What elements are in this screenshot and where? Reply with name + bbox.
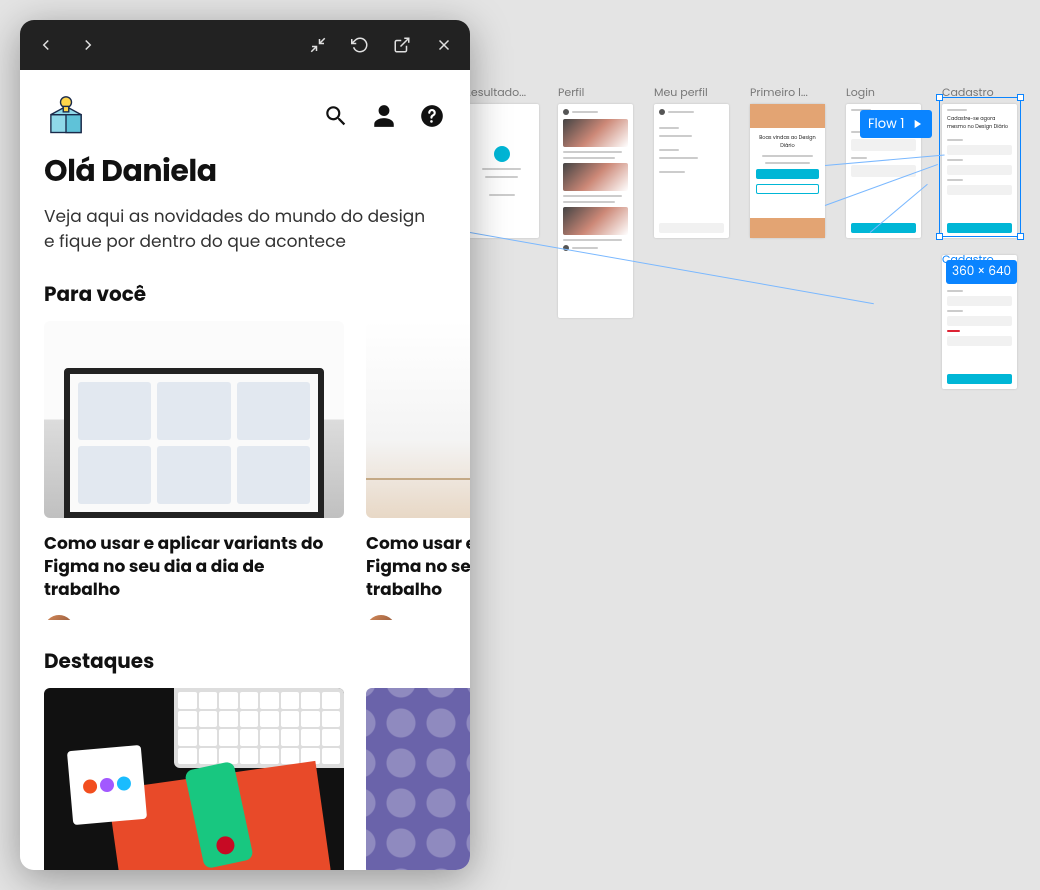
greeting-subtitle: Veja aqui as novidades do mundo do desig… [44,204,446,253]
restart-icon [351,36,369,54]
article-card[interactable]: Como usar e aplicar variants do Figma no… [366,321,470,620]
frame-perfil[interactable]: Perfil [558,84,633,318]
frame-resultado[interactable]: ...esultado... [464,84,539,238]
card-image [44,688,344,870]
card-image [44,321,344,518]
minimize-icon [309,36,327,54]
article-card[interactable] [44,688,344,870]
user-icon [371,103,397,129]
nav-back-button[interactable] [34,33,58,57]
play-icon [910,117,924,131]
search-icon [323,103,349,129]
app-logo-icon [44,94,88,138]
section-highlights: Destaques [20,620,470,688]
open-external-button[interactable] [390,33,414,57]
card-title: Como usar e aplicar variants do Figma no… [44,532,344,601]
prototype-toolbar [20,20,470,70]
external-link-icon [393,36,411,54]
nav-forward-button[interactable] [76,33,100,57]
cards-row-highlights[interactable] [20,688,470,870]
section-for-you: Para você [20,253,470,321]
selection-outline [939,97,1021,237]
frame-title: Primeiro l... [750,84,825,101]
card-image [366,321,470,518]
cards-row-for-you[interactable]: Como usar e aplicar variants do Figma no… [20,321,470,620]
frame-login[interactable]: Login [846,84,921,238]
flow-connector [470,232,874,304]
frame-title: Login [846,84,921,101]
fit-to-screen-button[interactable] [306,33,330,57]
chevron-right-icon [79,36,97,54]
frame-title: Meu perfil [654,84,729,101]
article-card[interactable] [366,688,470,870]
flow-badge[interactable]: Flow 1 [860,110,932,138]
profile-button[interactable] [370,102,398,130]
greeting-block: Olá Daniela Veja aqui as novidades do mu… [20,148,470,253]
card-image [366,688,470,870]
card-title: Como usar e aplicar variants do Figma no… [366,532,470,601]
primeiro-btn1 [756,169,819,179]
primeiro-btn2 [756,184,819,194]
search-button[interactable] [322,102,350,130]
prototype-panel: Olá Daniela Veja aqui as novidades do mu… [20,20,470,870]
app-screen: Olá Daniela Veja aqui as novidades do mu… [20,70,470,870]
help-button[interactable] [418,102,446,130]
frame-meu-perfil[interactable]: Meu perfil [654,84,729,238]
frame-title: Perfil [558,84,633,101]
flow-label: Flow 1 [868,114,904,134]
primeiro-title: Boas vindas ao Design Diário [756,134,819,150]
app-header [20,70,470,148]
greeting-title: Olá Daniela [44,148,446,194]
close-icon [435,36,453,54]
restart-button[interactable] [348,33,372,57]
help-icon [419,103,445,129]
close-button[interactable] [432,33,456,57]
frame-title: ...esultado... [464,84,539,101]
size-badge: 360 × 640 [946,260,1017,284]
article-card[interactable]: Como usar e aplicar variants do Figma no… [44,321,344,620]
frame-primeiro[interactable]: Primeiro l... Boas vindas ao Design Diár… [750,84,825,238]
chevron-left-icon [37,36,55,54]
